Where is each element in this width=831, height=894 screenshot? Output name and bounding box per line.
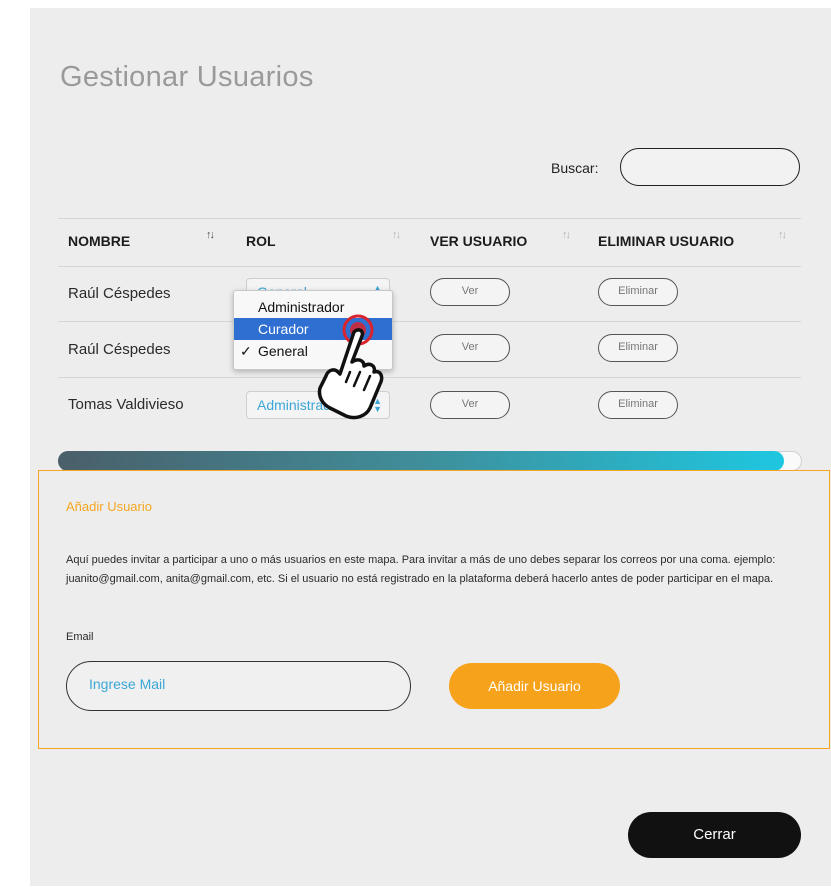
add-user-button[interactable]: Añadir Usuario xyxy=(449,663,620,709)
view-user-button[interactable]: Ver xyxy=(430,334,510,362)
column-header-ver-usuario[interactable]: VER USUARIO xyxy=(430,233,527,249)
email-label: Email xyxy=(66,631,94,643)
delete-user-button[interactable]: Eliminar xyxy=(598,391,678,419)
column-header-nombre[interactable]: NOMBRE xyxy=(68,233,130,249)
table-header-divider xyxy=(58,266,801,267)
sort-icon[interactable]: ↑↓ xyxy=(206,229,215,241)
add-user-title: Añadir Usuario xyxy=(66,499,152,514)
pointer-hand-icon xyxy=(317,314,384,420)
view-user-button[interactable]: Ver xyxy=(430,391,510,419)
delete-user-button[interactable]: Eliminar xyxy=(598,278,678,306)
search-input[interactable] xyxy=(620,148,800,186)
column-header-rol[interactable]: ROL xyxy=(246,233,276,249)
sort-icon[interactable]: ↑↓ xyxy=(392,229,401,241)
page-title: Gestionar Usuarios xyxy=(60,61,314,93)
table-top-divider xyxy=(58,218,801,219)
email-input[interactable]: Ingrese Mail xyxy=(66,661,411,711)
search-label: Buscar: xyxy=(551,160,599,176)
check-icon: ✓ xyxy=(240,343,252,359)
horizontal-scrollbar-thumb[interactable] xyxy=(58,451,784,471)
sort-icon[interactable]: ↑↓ xyxy=(778,229,787,241)
user-name: Raúl Céspedes xyxy=(68,341,171,358)
row-divider xyxy=(58,321,801,322)
user-name: Raúl Céspedes xyxy=(68,285,171,302)
delete-user-button[interactable]: Eliminar xyxy=(598,334,678,362)
view-user-button[interactable]: Ver xyxy=(430,278,510,306)
modal-panel: Gestionar Usuarios Buscar: NOMBRE ↑↓ ROL… xyxy=(30,8,831,886)
user-name: Tomas Valdivieso xyxy=(68,396,184,413)
sort-icon[interactable]: ↑↓ xyxy=(562,229,571,241)
column-header-eliminar-usuario[interactable]: ELIMINAR USUARIO xyxy=(598,233,734,249)
row-divider xyxy=(58,377,801,378)
add-user-description: Aquí puedes invitar a participar a uno o… xyxy=(66,554,776,585)
close-button[interactable]: Cerrar xyxy=(628,812,801,858)
